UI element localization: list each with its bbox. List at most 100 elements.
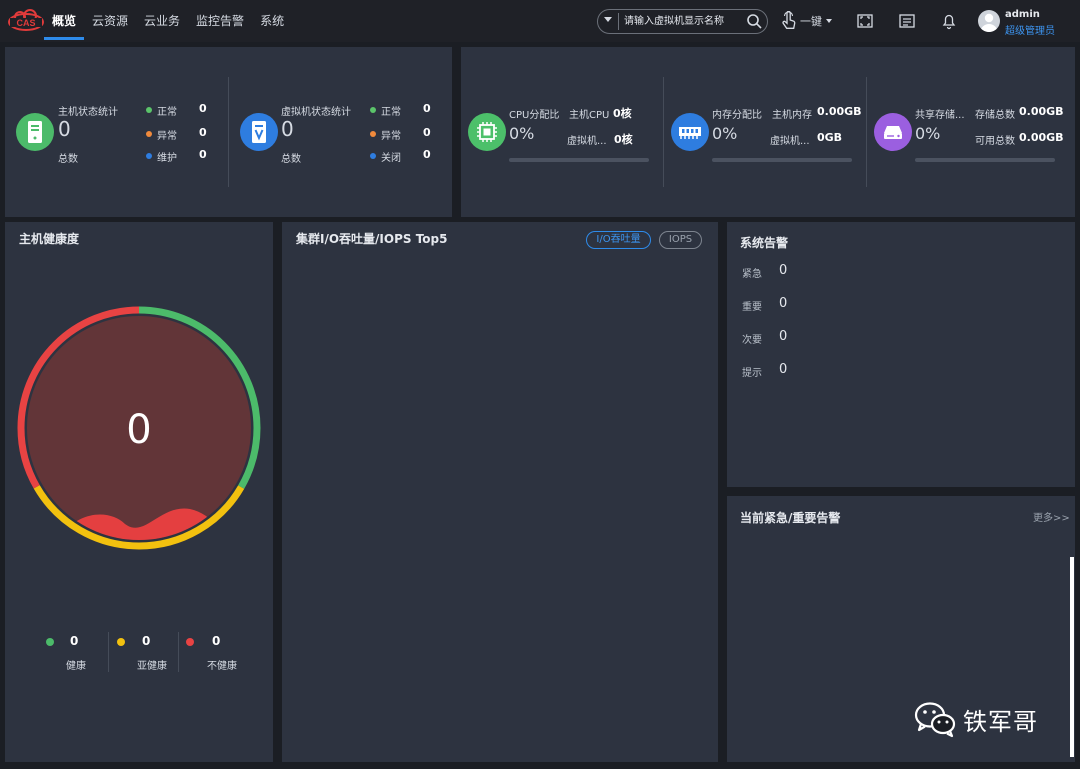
memory-host-label: 主机内存	[772, 110, 812, 121]
healthy-label: 健康	[66, 661, 86, 672]
healthy-value: 0	[70, 634, 79, 648]
storage-progress-bar	[915, 158, 1055, 162]
memory-percent: 0%	[712, 124, 738, 143]
storage-total-value: 0.00GB	[1019, 105, 1064, 118]
storage-available-value: 0.00GB	[1019, 131, 1064, 144]
memory-title: 内存分配比	[712, 110, 762, 121]
wechat-watermark: 铁军哥	[913, 700, 1038, 738]
tab-io-throughput[interactable]: I/O吞吐量	[586, 231, 651, 249]
host-normal-dot	[146, 107, 152, 113]
vm-stat-title: 虚拟机状态统计	[281, 107, 351, 118]
tab-iops[interactable]: IOPS	[659, 231, 702, 249]
vm-abnormal-label: 异常	[381, 131, 401, 142]
one-key-menu[interactable]: 一键	[781, 10, 832, 32]
cpu-progress-bar	[509, 158, 649, 162]
main-nav: 概览 云资源 云业务 监控告警 系统	[44, 0, 292, 42]
chevron-down-icon	[826, 19, 832, 23]
cpu-icon	[477, 122, 497, 142]
storage-total-label: 存储总数	[975, 110, 1015, 121]
host-maintenance-value: 0	[199, 148, 207, 161]
io-panel-title: 集群I/O吞吐量/IOPS Top5	[296, 232, 448, 246]
alarm-notice-value[interactable]: 0	[779, 362, 787, 377]
vm-total-value: 0	[281, 117, 294, 141]
nav-system[interactable]: 系统	[252, 0, 292, 42]
user-menu[interactable]: admin 超级管理员	[978, 9, 1078, 37]
io-top5-panel: 集群I/O吞吐量/IOPS Top5 I/O吞吐量 IOPS	[282, 222, 718, 762]
cpu-vm-value: 0核	[614, 133, 633, 146]
host-total-value: 0	[58, 117, 71, 141]
vm-normal-dot	[370, 107, 376, 113]
cpu-host-value: 0核	[613, 107, 632, 120]
vm-shutdown-dot	[370, 153, 376, 159]
unhealthy-dot	[186, 638, 194, 646]
cas-logo[interactable]: CAS	[6, 9, 46, 33]
list-icon[interactable]	[898, 12, 916, 30]
more-alarms-link[interactable]: 更多>>	[1033, 509, 1070, 524]
health-score: 0	[126, 407, 151, 453]
unhealthy-value: 0	[212, 634, 221, 648]
bell-icon[interactable]	[940, 12, 958, 30]
alarm-major-value[interactable]: 0	[779, 296, 787, 311]
memory-icon	[679, 127, 701, 139]
host-abnormal-dot	[146, 131, 152, 137]
alarm-minor-value[interactable]: 0	[779, 329, 787, 344]
host-health-panel: 主机健康度 0 0 健康 0 亚健康 0 不健康	[5, 222, 273, 762]
alarm-list-scrollbar[interactable]	[1070, 557, 1074, 757]
alarm-critical-value[interactable]: 0	[779, 263, 787, 278]
resource-panel: CPU分配比 0% 主机CPU 0核 虚拟机... 0核 内存分配比 0% 主机…	[461, 47, 1075, 217]
virtual-machine-icon	[252, 121, 266, 143]
host-maintenance-label: 维护	[157, 153, 177, 164]
unhealthy-label: 不健康	[207, 661, 237, 672]
resource-divider-1	[663, 77, 664, 187]
health-gauge: 0	[17, 306, 261, 550]
storage-percent: 0%	[915, 124, 941, 143]
wechat-icon	[914, 702, 956, 738]
user-role[interactable]: 超级管理员	[1005, 22, 1055, 37]
subhealthy-value: 0	[142, 634, 151, 648]
user-name: admin	[1005, 9, 1040, 20]
cpu-percent: 0%	[509, 124, 535, 143]
host-total-label: 总数	[58, 154, 78, 165]
nav-cloud-business[interactable]: 云业务	[136, 0, 188, 42]
top-bar: CAS 概览 云资源 云业务 监控告警 系统 一键	[0, 0, 1080, 42]
status-divider	[228, 77, 229, 187]
current-alarms-title: 当前紧急/重要告警	[740, 511, 841, 525]
host-stat-title: 主机状态统计	[58, 107, 118, 118]
avatar	[978, 10, 1000, 32]
hand-pointer-icon	[782, 11, 796, 29]
nav-overview[interactable]: 概览	[44, 0, 85, 42]
status-panel: 主机状态统计 0 总数 正常 0 异常 0 维护 0 虚拟机状态统计 0 总数 …	[5, 47, 452, 217]
nav-cloud-resources[interactable]: 云资源	[84, 0, 136, 42]
host-normal-label: 正常	[157, 107, 177, 118]
memory-vm-label: 虚拟机...	[770, 136, 810, 147]
resource-divider-2	[866, 77, 867, 187]
alarm-major-label: 重要	[742, 302, 762, 313]
host-health-title: 主机健康度	[19, 232, 80, 246]
cpu-vm-label: 虚拟机...	[567, 136, 607, 147]
vm-abnormal-value: 0	[423, 126, 431, 139]
health-divider-1	[108, 632, 109, 672]
health-divider-2	[178, 632, 179, 672]
search-separator	[618, 13, 619, 30]
search-icon[interactable]	[746, 13, 763, 30]
subhealthy-dot	[117, 638, 125, 646]
storage-icon	[884, 126, 902, 139]
vm-stat-circle	[240, 113, 278, 151]
storage-stat-circle	[874, 113, 912, 151]
memory-stat-circle	[671, 113, 709, 151]
logo-text: CAS	[16, 18, 35, 28]
vm-search-input[interactable]	[624, 13, 742, 30]
alarm-minor-label: 次要	[742, 335, 762, 346]
subhealthy-label: 亚健康	[137, 661, 167, 672]
fullscreen-icon[interactable]	[856, 12, 874, 30]
host-stat-circle	[16, 113, 54, 151]
nav-monitoring-alarms[interactable]: 监控告警	[188, 0, 252, 42]
memory-progress-bar	[712, 158, 852, 162]
vm-shutdown-value: 0	[423, 148, 431, 161]
memory-host-value: 0.00GB	[817, 105, 862, 118]
search-type-dropdown[interactable]	[604, 17, 612, 22]
alarm-critical-label: 紧急	[742, 269, 762, 280]
cpu-title: CPU分配比	[509, 110, 560, 121]
memory-vm-value: 0GB	[817, 131, 843, 144]
host-maintenance-dot	[146, 153, 152, 159]
